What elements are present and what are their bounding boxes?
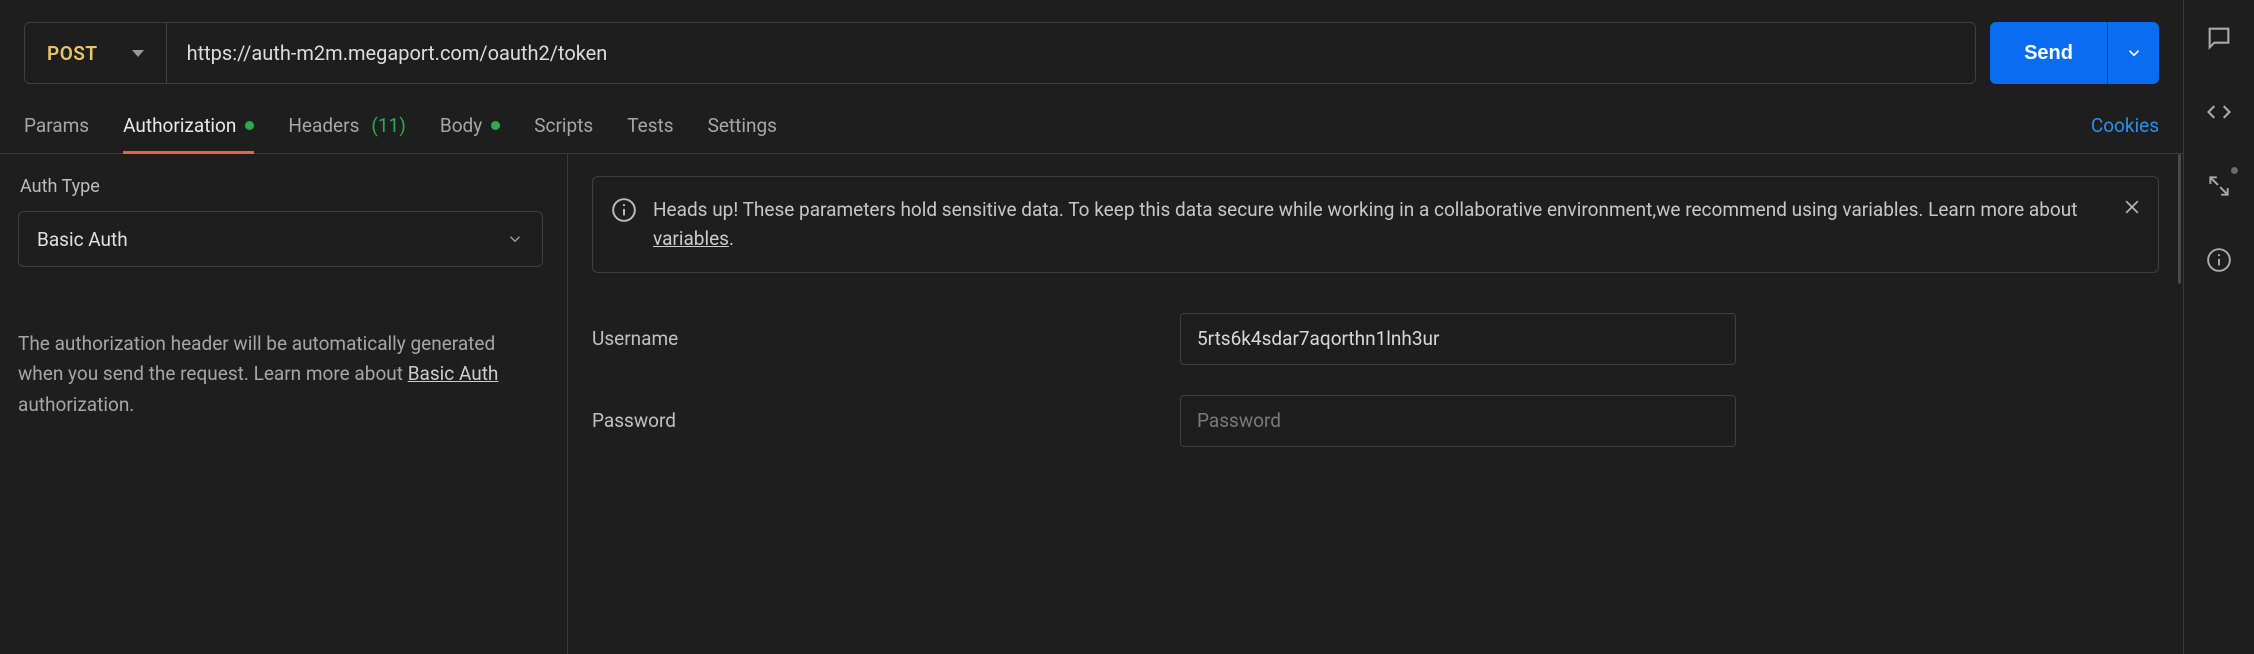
tab-label: Settings bbox=[708, 114, 777, 137]
tab-label: Params bbox=[24, 114, 89, 137]
tab-headers[interactable]: Headers (11) bbox=[288, 114, 405, 153]
tab-label: Body bbox=[440, 114, 482, 137]
help-text-post: authorization. bbox=[18, 393, 134, 416]
basic-auth-doc-link[interactable]: Basic Auth bbox=[408, 362, 499, 385]
request-url-input[interactable] bbox=[167, 23, 1976, 83]
http-method-label: POST bbox=[47, 42, 98, 65]
username-input[interactable] bbox=[1180, 313, 1736, 365]
expand-icon bbox=[2206, 173, 2232, 199]
auth-type-select[interactable]: Basic Auth bbox=[18, 211, 543, 267]
tab-label: Headers bbox=[288, 114, 359, 137]
headers-count: (11) bbox=[371, 114, 405, 137]
sensitive-data-banner: Heads up! These parameters hold sensitiv… bbox=[592, 176, 2159, 273]
auth-type-pane: Auth Type Basic Auth The authorization h… bbox=[0, 154, 568, 654]
tab-body[interactable]: Body bbox=[440, 114, 500, 153]
auth-type-value: Basic Auth bbox=[37, 228, 128, 251]
comment-icon bbox=[2205, 24, 2233, 52]
banner-text: Heads up! These parameters hold sensitiv… bbox=[653, 195, 2108, 254]
banner-text-post: . bbox=[729, 227, 734, 250]
active-indicator-icon bbox=[245, 121, 254, 130]
right-sidebar bbox=[2184, 0, 2254, 654]
auth-type-label: Auth Type bbox=[20, 176, 543, 197]
send-options-button[interactable] bbox=[2107, 22, 2159, 84]
expand-button[interactable] bbox=[2203, 170, 2235, 202]
notification-dot-icon bbox=[2231, 167, 2238, 174]
chevron-down-icon bbox=[2125, 44, 2143, 62]
request-input-group: POST bbox=[24, 22, 1976, 84]
tab-tests[interactable]: Tests bbox=[627, 114, 673, 153]
tab-label: Scripts bbox=[534, 114, 593, 137]
tab-label: Authorization bbox=[123, 114, 236, 137]
info-button[interactable] bbox=[2203, 244, 2235, 276]
auth-form-pane: Heads up! These parameters hold sensitiv… bbox=[568, 154, 2183, 654]
chevron-down-icon bbox=[506, 230, 524, 248]
tab-settings[interactable]: Settings bbox=[708, 114, 777, 153]
send-button-group: Send bbox=[1990, 22, 2159, 84]
tab-scripts[interactable]: Scripts bbox=[534, 114, 593, 153]
comments-button[interactable] bbox=[2203, 22, 2235, 54]
banner-close-button[interactable] bbox=[2122, 197, 2142, 222]
info-icon bbox=[611, 197, 637, 254]
tab-authorization[interactable]: Authorization bbox=[123, 114, 254, 153]
code-button[interactable] bbox=[2203, 96, 2235, 128]
password-input[interactable] bbox=[1180, 395, 1736, 447]
username-label: Username bbox=[592, 327, 1180, 350]
tab-label: Tests bbox=[627, 114, 673, 137]
tab-params[interactable]: Params bbox=[24, 114, 89, 153]
request-tabs: Params Authorization Headers (11) Body S… bbox=[0, 114, 2183, 154]
active-indicator-icon bbox=[491, 121, 500, 130]
cookies-link[interactable]: Cookies bbox=[2091, 114, 2159, 153]
scrollbar[interactable] bbox=[2178, 154, 2181, 284]
auth-help-text: The authorization header will be automat… bbox=[18, 329, 543, 420]
chevron-down-icon bbox=[132, 50, 144, 57]
banner-text-pre: Heads up! These parameters hold sensitiv… bbox=[653, 198, 2077, 221]
close-icon bbox=[2122, 197, 2142, 217]
password-label: Password bbox=[592, 409, 1180, 432]
variables-doc-link[interactable]: variables bbox=[653, 227, 729, 250]
code-icon bbox=[2205, 98, 2233, 126]
http-method-select[interactable]: POST bbox=[25, 23, 167, 83]
send-button[interactable]: Send bbox=[1990, 22, 2107, 84]
info-icon bbox=[2206, 247, 2232, 273]
